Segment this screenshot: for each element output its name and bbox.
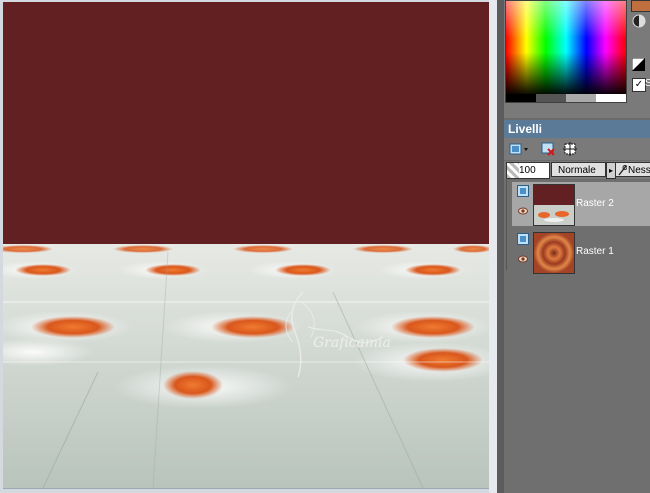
canvas-image: Graficamia <box>3 2 489 488</box>
layers-panel-title: Livelli <box>504 120 650 138</box>
lock-select[interactable]: Nessu <box>615 162 650 177</box>
watermark-text: Graficamia <box>313 335 391 351</box>
blend-mode-select[interactable]: Normale <box>551 162 606 177</box>
opacity-field[interactable]: 100 <box>506 162 550 179</box>
delete-layer-icon[interactable] <box>540 141 556 157</box>
swap-colors-icon[interactable] <box>632 14 646 28</box>
canvas-scrollbar[interactable] <box>489 0 497 493</box>
color-spectrum <box>506 1 626 102</box>
all-tools-checkbox[interactable]: ✓ <box>632 78 646 92</box>
eye-icon[interactable] <box>518 255 528 263</box>
tree-line <box>506 180 507 270</box>
layer-thumbnail <box>533 232 575 274</box>
layer-row-raster-2[interactable]: Raster 2 <box>512 182 650 226</box>
panel-divider[interactable] <box>497 0 504 493</box>
default-colors-icon[interactable] <box>632 58 645 71</box>
layer-row-raster-1[interactable]: Raster 1 <box>512 230 650 274</box>
all-tools-label: S <box>645 78 650 89</box>
lock-icon <box>618 165 627 176</box>
opacity-value: 100 <box>519 165 536 176</box>
opacity-swatch <box>507 163 519 178</box>
canvas-frame: Graficamia <box>0 0 497 493</box>
mask-icon[interactable] <box>562 141 578 157</box>
layers-options: 100 Normale ▸ Nessu <box>504 161 650 179</box>
new-layer-icon[interactable] <box>508 141 530 157</box>
layer-type-icon <box>517 185 529 197</box>
color-picker[interactable] <box>505 0 627 103</box>
layers-toolbar <box>504 138 650 160</box>
layer-thumbnail <box>533 184 575 226</box>
layer-type-icon <box>517 233 529 245</box>
image-canvas[interactable]: Graficamia <box>3 2 490 489</box>
background-fill <box>3 2 489 244</box>
lock-label: Nessu <box>628 165 650 176</box>
layers-list: Raster 2 Raster 1 <box>504 180 650 493</box>
eye-icon[interactable] <box>518 207 528 215</box>
layer-name: Raster 1 <box>576 246 614 257</box>
layer-name: Raster 2 <box>576 198 614 209</box>
foreground-swatch[interactable] <box>631 0 650 12</box>
